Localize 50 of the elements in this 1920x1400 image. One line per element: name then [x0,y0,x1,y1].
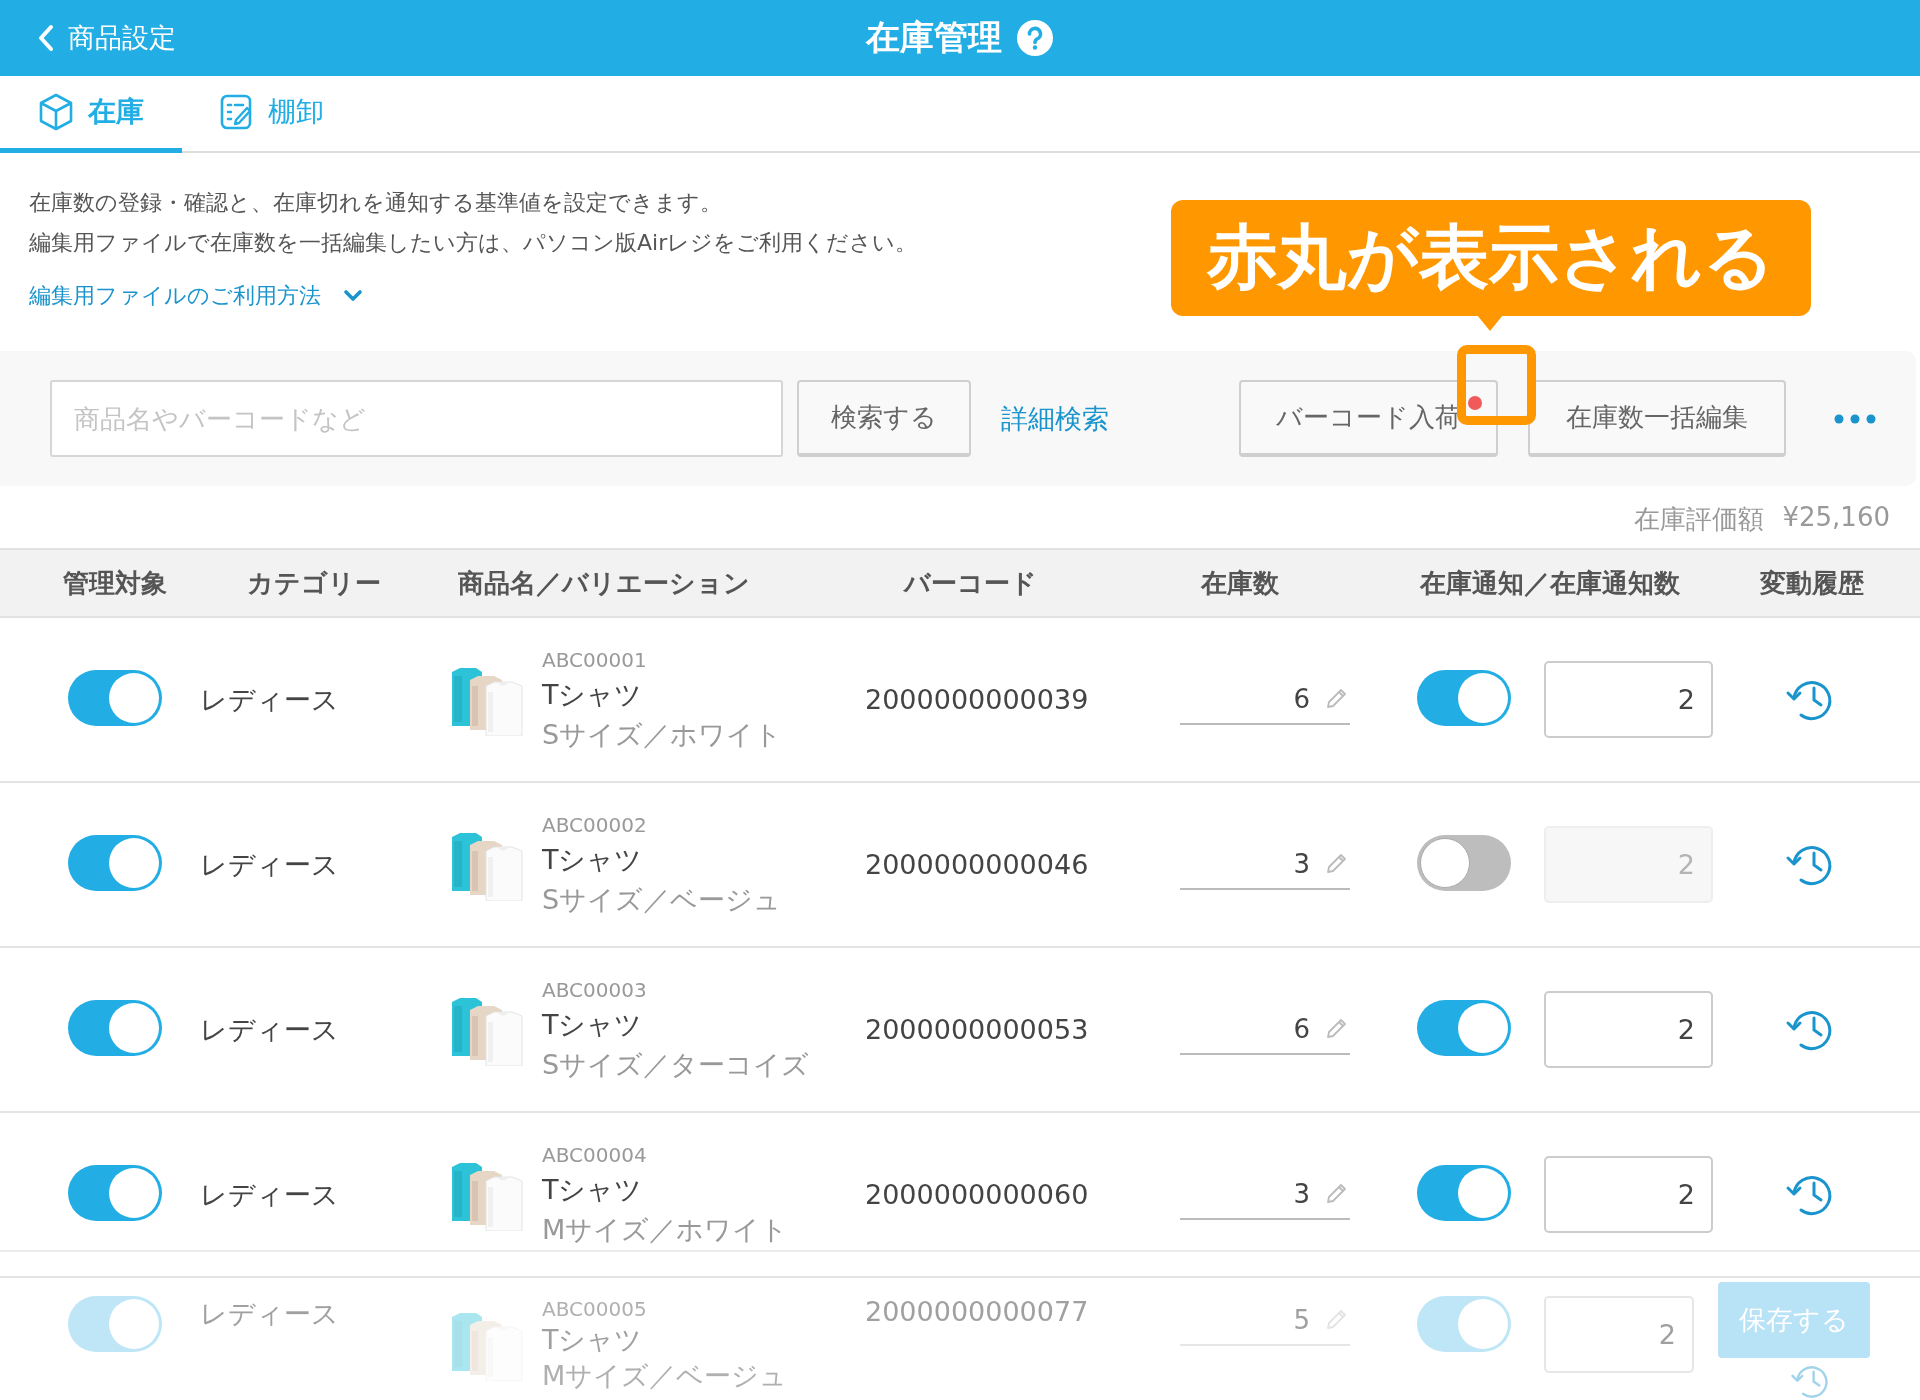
column-header: カテゴリー [247,566,381,600]
product-code: ABC00003 [542,976,648,1004]
valuation-amount: ¥25,160 [1782,502,1890,534]
bulk-edit-button[interactable]: 在庫数一括編集 [1528,380,1786,457]
product-name: Tシャツ [542,1172,644,1207]
column-header: 変動履歴 [1760,566,1864,600]
variation-text: Sサイズ／ベージュ [542,882,782,917]
column-header: 管理対象 [63,566,167,600]
variation-text: Mサイズ／ホワイト [542,1212,789,1247]
search-field[interactable]: 商品名やバーコードなど [50,380,783,457]
product-name: Tシャツ [542,1323,644,1357]
notify-count-field[interactable]: 2 [1544,991,1713,1068]
stock-field[interactable]: 3 [1180,839,1350,890]
description-text: 編集用ファイルで在庫数を一括編集したい方は、パソコン版Airレジをご利用ください。 [29,229,918,257]
product-code: ABC00004 [542,1141,648,1169]
category-text: レディース [200,847,340,882]
stock-field[interactable]: 3 [1180,1169,1350,1220]
product-name: Tシャツ [542,1007,644,1042]
column-header: バーコード [903,566,1037,600]
help-link[interactable]: 編集用ファイルのご利用方法 [29,281,363,311]
product-name: Tシャツ [542,677,644,712]
product-name: Tシャツ [542,842,644,877]
stock-field[interactable]: 6 [1180,674,1350,725]
category-text: レディース [200,1177,340,1212]
column-header: 在庫数 [1201,566,1279,600]
column-header: 在庫通知／在庫通知数 [1420,566,1680,600]
category-text: レディース [200,1297,340,1331]
product-code: ABC00001 [542,646,648,674]
notify-count-field[interactable]: 2 [1544,661,1713,738]
variation-text: Sサイズ／ホワイト [542,717,783,752]
variation-text: Mサイズ／ベージュ [542,1359,788,1393]
description-text: 在庫数の登録・確認と、在庫切れを通知する基準値を設定できます。 [29,189,722,217]
barcode-text: 2000000000060 [865,1179,1090,1210]
category-text: レディース [200,682,340,717]
variation-text: Sサイズ／ターコイズ [542,1047,810,1082]
valuation-label: 在庫評価額 [1634,503,1765,536]
barcode-text: 2000000000053 [865,1014,1090,1045]
barcode-text: 2000000000039 [865,684,1090,715]
category-text: レディース [200,1012,340,1047]
annotation-callout: 赤丸が表示される [1171,200,1811,316]
product-code: ABC00002 [542,811,648,839]
barcode-text: 2000000000077 [865,1296,1090,1327]
stock-field[interactable]: 6 [1180,1004,1350,1055]
barcode-text: 2000000000046 [865,849,1090,880]
notify-count-field[interactable]: 2 [1544,1156,1713,1233]
product-code: ABC00005 [542,1296,648,1322]
search-button[interactable]: 検索する [797,380,971,457]
column-header: 商品名／バリエーション [458,566,750,600]
page-title: 在庫管理 [866,16,1002,59]
advanced-search-link[interactable]: 詳細検索 [1001,400,1109,437]
